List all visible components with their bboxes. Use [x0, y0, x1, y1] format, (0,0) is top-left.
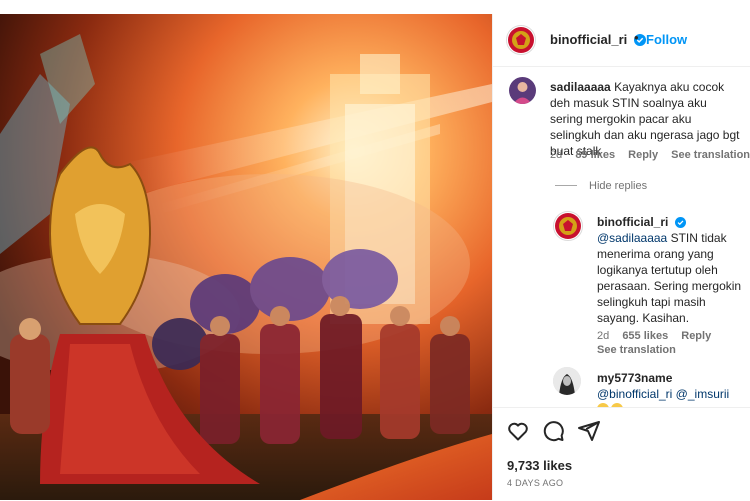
- comment-meta: 2d 89 likes Reply See translation: [550, 149, 750, 161]
- hide-replies-label: Hide replies: [589, 180, 648, 192]
- reply-reply-button[interactable]: Reply: [681, 330, 711, 342]
- like-count[interactable]: 9,733 likes: [507, 458, 572, 473]
- reply-mention[interactable]: @sadilaaaaa: [597, 231, 667, 245]
- reply-avatar[interactable]: [553, 211, 583, 241]
- reply-meta: 2d 655 likes Reply: [597, 330, 721, 342]
- post-side-panel: binofficial_ri • Follow sadilaaaaa Kayak…: [492, 14, 750, 501]
- post-actions-bar: 9,733 likes 4 DAYS AGO: [493, 407, 750, 501]
- hide-replies-button[interactable]: Hide replies: [555, 180, 647, 192]
- performance-photo: [0, 14, 492, 500]
- emblem-icon: [508, 27, 534, 53]
- reply-body: binofficial_ri @sadilaaaaa STIN tidak me…: [597, 214, 745, 326]
- comment-body: sadilaaaaa Kayaknya aku cocok deh masuk …: [550, 79, 740, 159]
- comment-likes[interactable]: 89 likes: [575, 149, 615, 161]
- heart-icon[interactable]: [506, 419, 530, 443]
- reply-see-translation-button[interactable]: See translation: [597, 344, 676, 356]
- reply-username[interactable]: binofficial_ri: [597, 215, 668, 229]
- user-photo-icon: [553, 367, 581, 395]
- emblem-icon: [555, 213, 581, 239]
- account-avatar[interactable]: [506, 25, 536, 55]
- post-photo[interactable]: [0, 14, 492, 500]
- account-username[interactable]: binofficial_ri: [550, 32, 646, 47]
- divider-line: [555, 185, 577, 186]
- commenter-avatar[interactable]: [509, 77, 536, 104]
- reply2-mention-1[interactable]: @binofficial_ri: [597, 387, 672, 401]
- comment-icon[interactable]: [541, 419, 565, 443]
- follow-button[interactable]: Follow: [646, 32, 687, 47]
- user-photo-icon: [509, 77, 536, 104]
- reply2-body: my5773name @binofficial_ri @_imsurii: [597, 370, 745, 402]
- reply-time: 2d: [597, 330, 610, 342]
- reply-text: STIN tidak menerima orang yang logikanya…: [597, 231, 742, 325]
- reply2-mention-2[interactable]: @_imsurii: [676, 387, 730, 401]
- reply2-username[interactable]: my5773name: [597, 371, 672, 385]
- see-translation-button[interactable]: See translation: [671, 149, 750, 161]
- comment-username[interactable]: sadilaaaaa: [550, 80, 611, 94]
- reply-button[interactable]: Reply: [628, 149, 658, 161]
- reply2-avatar[interactable]: [553, 367, 581, 395]
- comment-time: 2d: [550, 149, 563, 161]
- verified-badge-icon: [674, 217, 686, 228]
- post-date: 4 DAYS AGO: [507, 478, 564, 488]
- share-icon[interactable]: [577, 419, 601, 443]
- reply-likes[interactable]: 655 likes: [622, 330, 668, 342]
- separator-dot: •: [634, 30, 639, 45]
- post-header: binofficial_ri • Follow: [493, 14, 750, 67]
- top-strip: [0, 0, 492, 14]
